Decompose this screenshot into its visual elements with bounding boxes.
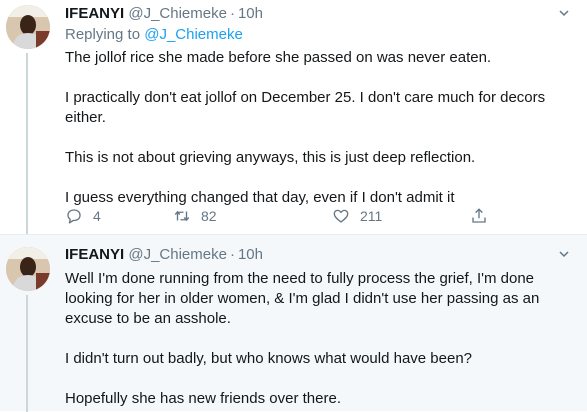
tweet-content: IFEANYI @J_Chiemeke · 10h Replying to @J_C…	[65, 4, 573, 208]
avatar-image	[6, 5, 50, 49]
thread-connector	[26, 53, 28, 234]
tweet-paragraph: I didn't turn out badly, but who knows w…	[65, 350, 473, 367]
user-handle[interactable]: @J_Chiemeke	[128, 5, 227, 22]
separator-dot: ·	[229, 5, 235, 22]
reply-count: 4	[93, 208, 101, 224]
display-name[interactable]: IFEANYI	[65, 246, 124, 263]
heart-icon	[333, 209, 349, 223]
reply-icon	[67, 209, 81, 224]
tweet[interactable]: IFEANYI @J_Chiemeke · 10h Replying to @J_C…	[0, 0, 587, 234]
user-handle[interactable]: @J_Chiemeke	[128, 246, 227, 263]
reply-button[interactable]: 4	[65, 205, 101, 227]
timestamp[interactable]: 10h	[238, 5, 263, 22]
retweet-count: 82	[201, 208, 217, 224]
tweet-paragraph: I practically don't eat jollof on Decemb…	[65, 89, 546, 126]
retweet-icon	[174, 210, 190, 222]
replying-to-link[interactable]: @J_Chiemeke	[144, 26, 243, 43]
tweet-text: Well I'm done running from the need to f…	[65, 269, 573, 409]
tweet-paragraph: The jollof rice she made before she pass…	[65, 49, 492, 66]
display-name[interactable]: IFEANYI	[65, 5, 124, 22]
avatar-image	[6, 247, 50, 291]
chevron-down-icon[interactable]	[555, 6, 573, 24]
avatar[interactable]	[6, 5, 50, 49]
tweet-content: IFEANYI @J_Chiemeke · 10h Well I'm done ru…	[65, 245, 573, 409]
replying-to-prefix: Replying to	[65, 26, 145, 43]
separator-dot: ·	[229, 246, 235, 263]
like-button[interactable]: 211	[332, 205, 382, 227]
like-count: 211	[360, 208, 383, 224]
tweet-paragraph: Hopefully she has new friends over there…	[65, 390, 341, 407]
share-icon	[472, 208, 486, 223]
tweet[interactable]: IFEANYI @J_Chiemeke · 10h Well I'm done ru…	[0, 234, 587, 412]
tweet-text: The jollof rice she made before she pass…	[65, 48, 573, 208]
replying-to: Replying to @J_Chiemeke	[65, 25, 573, 45]
tweet-paragraph: Well I'm done running from the need to f…	[65, 270, 540, 327]
thread-connector	[26, 295, 28, 412]
tweet-header: IFEANYI @J_Chiemeke · 10h	[65, 245, 573, 265]
chevron-down-icon[interactable]	[555, 247, 573, 265]
retweet-button[interactable]: 82	[173, 205, 217, 227]
tweet-paragraph: This is not about grieving anyways, this…	[65, 149, 476, 166]
tweet-actions: 4 82 211	[65, 205, 495, 227]
share-button[interactable]	[470, 205, 498, 227]
avatar[interactable]	[6, 247, 50, 291]
tweet-header: IFEANYI @J_Chiemeke · 10h	[65, 4, 573, 24]
timestamp[interactable]: 10h	[238, 246, 263, 263]
